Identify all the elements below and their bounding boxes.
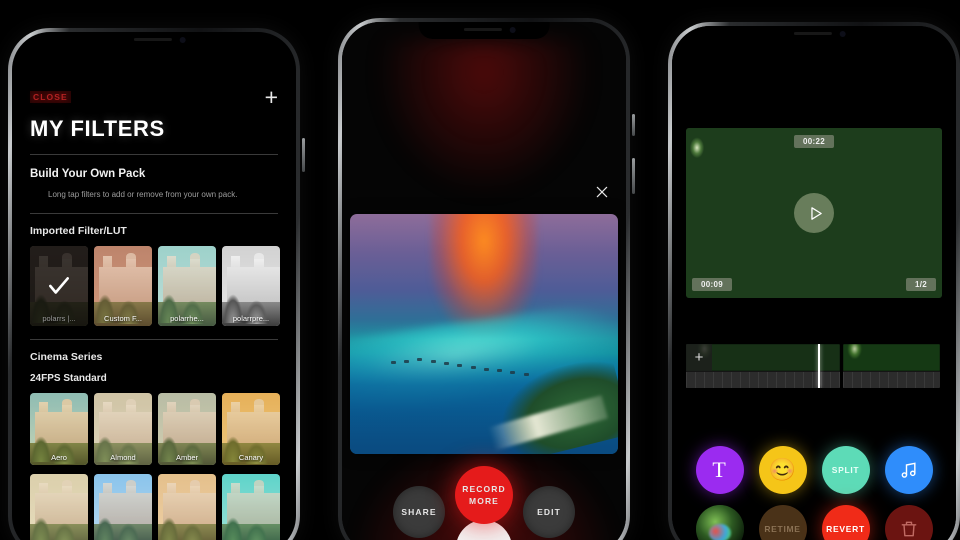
filter-thumb[interactable]: [158, 474, 216, 540]
right-screen: 00:22 00:09 1/2 + T 😊 SPLIT RETIME REVER…: [672, 26, 956, 540]
imported-thumb-row: polarrs |... Custom F... polarrhe... pol…: [30, 246, 280, 326]
action-grid: T 😊 SPLIT RETIME REVERT: [688, 446, 940, 540]
close-button[interactable]: CLOSE: [30, 91, 71, 103]
imported-section-label: Imported Filter/LUT: [30, 225, 127, 237]
split-tool-button[interactable]: SPLIT: [821, 446, 870, 494]
timeline-clip[interactable]: +: [686, 344, 840, 388]
duration-badge: 00:22: [794, 135, 834, 148]
filter-thumb[interactable]: polarrhe...: [158, 246, 216, 326]
video-editor-page: 00:22 00:09 1/2 + T 😊 SPLIT RETIME REVER…: [672, 26, 956, 540]
add-filter-icon[interactable]: +: [265, 86, 278, 109]
clip-counter-badge: 1/2: [905, 278, 936, 291]
filter-thumb-label: polarrpre...: [232, 314, 270, 323]
filter-thumb[interactable]: polarrpre...: [222, 246, 280, 326]
emoji-icon: 😊: [768, 457, 797, 482]
filter-thumb-label: Amber: [175, 453, 199, 462]
record-line-2: MORE: [469, 496, 499, 506]
timeline-clip[interactable]: [842, 344, 940, 388]
top-glow: [373, 40, 595, 200]
filter-thumb[interactable]: [30, 474, 88, 540]
text-icon: T: [712, 457, 727, 482]
filter-thumb[interactable]: Canary: [222, 393, 280, 465]
cinema-sub-label: 24FPS Standard: [30, 373, 107, 384]
speaker-grille: [464, 28, 503, 31]
play-button[interactable]: [794, 193, 834, 233]
preview-photo[interactable]: [350, 214, 618, 454]
audio-waveform: [686, 371, 840, 388]
cinema-thumb-row-1: Aero Almond Amber Canary: [30, 393, 280, 465]
notch: [88, 32, 220, 49]
timeline[interactable]: +: [686, 344, 942, 388]
side-button[interactable]: [632, 158, 635, 194]
center-screen: SHARE RECORD MORE EDIT: [342, 22, 626, 540]
close-icon[interactable]: [594, 184, 610, 200]
phone-center: SHARE RECORD MORE EDIT: [338, 18, 635, 540]
filter-thumb[interactable]: Aero: [30, 393, 88, 465]
divider: [30, 154, 278, 155]
divider: [30, 339, 278, 340]
cinema-section-label: Cinema Series: [30, 351, 103, 363]
filter-thumb[interactable]: Custom F...: [94, 246, 152, 326]
notch: [748, 26, 880, 43]
filter-thumb[interactable]: polarrs |...: [30, 246, 88, 326]
filters-topbar: CLOSE +: [30, 86, 278, 109]
edit-button[interactable]: EDIT: [523, 486, 575, 538]
front-camera-icon: [840, 31, 846, 37]
page-title: MY FILTERS: [30, 116, 165, 141]
delete-button[interactable]: [884, 505, 933, 540]
filter-thumb[interactable]: Almond: [94, 393, 152, 465]
capture-review-page: SHARE RECORD MORE EDIT: [342, 22, 626, 540]
filter-thumb[interactable]: Amber: [158, 393, 216, 465]
filter-thumb-label: polarrhe...: [170, 314, 204, 323]
video-preview[interactable]: 00:22 00:09 1/2: [686, 128, 942, 298]
revert-button[interactable]: REVERT: [821, 505, 870, 540]
filter-thumb[interactable]: [222, 474, 280, 540]
filter-thumb[interactable]: [94, 474, 152, 540]
record-more-button[interactable]: RECORD MORE: [455, 466, 513, 524]
left-screen: CLOSE + MY FILTERS Build Your Own Pack L…: [12, 32, 296, 540]
filter-thumb-label: Almond: [110, 453, 136, 462]
filter-tool-button[interactable]: [695, 505, 744, 540]
playhead[interactable]: [817, 344, 820, 388]
share-button[interactable]: SHARE: [393, 486, 445, 538]
position-badge: 00:09: [692, 278, 732, 291]
audio-waveform: [842, 371, 940, 388]
speaker-grille: [134, 38, 173, 41]
speaker-grille: [794, 32, 833, 35]
music-tool-button[interactable]: [884, 446, 933, 494]
build-pack-heading: Build Your Own Pack: [30, 168, 146, 180]
color-blob-icon: [708, 524, 732, 540]
side-button[interactable]: [302, 138, 305, 172]
notch: [418, 22, 550, 39]
add-clip-icon[interactable]: +: [686, 344, 712, 372]
cinema-thumb-row-2: [30, 474, 280, 540]
record-line-1: RECORD: [462, 483, 506, 494]
divider: [30, 213, 278, 214]
filter-thumb-label: polarrs |...: [42, 314, 76, 323]
front-camera-icon: [510, 27, 516, 33]
screenshot-stage: CLOSE + MY FILTERS Build Your Own Pack L…: [0, 0, 960, 540]
filter-thumb-label: Canary: [238, 453, 264, 462]
phone-right: 00:22 00:09 1/2 + T 😊 SPLIT RETIME REVER…: [668, 22, 960, 540]
capture-controls: SHARE RECORD MORE EDIT: [342, 466, 626, 538]
side-button[interactable]: [632, 114, 635, 136]
music-note-icon: [901, 462, 916, 478]
filter-thumb-label: Custom F...: [104, 314, 142, 323]
front-camera-icon: [180, 37, 186, 43]
build-pack-hint: Long tap filters to add or remove from y…: [48, 190, 238, 199]
retime-tool-button[interactable]: RETIME: [758, 505, 807, 540]
filter-thumb-label: Aero: [51, 453, 67, 462]
filters-page: CLOSE + MY FILTERS Build Your Own Pack L…: [12, 32, 296, 540]
trash-icon: [901, 521, 916, 537]
phone-left: CLOSE + MY FILTERS Build Your Own Pack L…: [8, 28, 305, 540]
text-tool-button[interactable]: T: [695, 446, 744, 494]
emoji-tool-button[interactable]: 😊: [758, 446, 807, 494]
